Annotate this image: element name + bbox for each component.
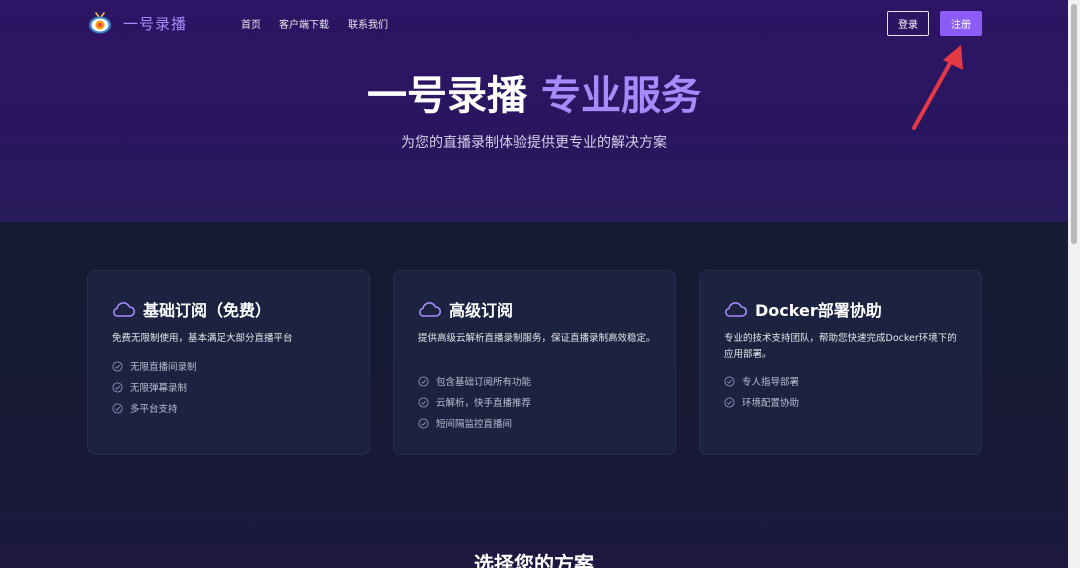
scrollbar-thumb[interactable] <box>1071 4 1077 244</box>
nav-link-download[interactable]: 客户端下载 <box>279 16 329 31</box>
cloud-icon <box>419 302 441 317</box>
feature-item: 包含基础订阅所有功能 <box>418 374 531 388</box>
brand-name[interactable]: 一号录播 <box>123 13 187 34</box>
feature-text: 多平台支持 <box>130 404 178 415</box>
plan-card-docker[interactable]: Docker部署协助 专业的技术支持团队，帮助您快速完成Docker环境下的应用… <box>699 270 982 455</box>
card-description: 免费无限制使用，基本满足大部分直播平台 <box>112 333 293 344</box>
card-title: 基础订阅（免费） <box>143 301 272 320</box>
feature-text: 无限直播间录制 <box>130 362 197 373</box>
plans-section: 基础订阅（免费） 免费无限制使用，基本满足大部分直播平台 无限直播间录制 无限弹… <box>0 222 1068 568</box>
feature-text: 云解析，快手直播推荐 <box>436 398 532 409</box>
card-header: 基础订阅（免费） <box>111 297 271 321</box>
nav-link-contact[interactable]: 联系我们 <box>348 16 388 31</box>
feature-text: 环境配置协助 <box>742 398 800 409</box>
feature-text: 包含基础订阅所有功能 <box>436 377 532 388</box>
feature-item: 环境配置协助 <box>724 395 799 409</box>
hero-title-accent: 专业服务 <box>541 73 701 119</box>
hero-section: 一号录播 首页 客户端下载 联系我们 登录 注册 一号录播 专业服务 为您的直播录… <box>0 0 1068 222</box>
check-circle-icon <box>112 381 123 393</box>
check-circle-icon <box>112 360 123 372</box>
feature-item: 无限弹幕录制 <box>112 380 187 394</box>
hero-title: 一号录播 专业服务 <box>0 70 1068 122</box>
check-circle-icon <box>112 402 123 414</box>
page: 一号录播 首页 客户端下载 联系我们 登录 注册 一号录播 专业服务 为您的直播录… <box>0 0 1080 568</box>
section-title: 选择您的方案 <box>474 552 594 568</box>
register-button[interactable]: 注册 <box>940 11 982 36</box>
feature-text: 无限弹幕录制 <box>130 383 188 394</box>
card-title: Docker部署协助 <box>755 301 882 320</box>
feature-item: 多平台支持 <box>112 401 178 415</box>
feature-item: 短间隔监控直播间 <box>418 416 512 430</box>
cloud-icon <box>725 302 747 317</box>
login-button[interactable]: 登录 <box>887 11 929 36</box>
card-title: 高级订阅 <box>449 301 514 320</box>
card-header: 高级订阅 <box>417 297 513 321</box>
cloud-icon <box>113 302 135 317</box>
check-circle-icon <box>418 396 429 408</box>
check-circle-icon <box>418 375 429 387</box>
nav-link-home[interactable]: 首页 <box>241 16 261 31</box>
plan-card-premium[interactable]: 高级订阅 提供高级云解析直播录制服务，保证直播录制高效稳定。 包含基础订阅所有功… <box>393 270 676 455</box>
feature-text: 专人指导部署 <box>742 377 800 388</box>
check-circle-icon <box>724 396 735 408</box>
feature-item: 云解析，快手直播推荐 <box>418 395 531 409</box>
tv-logo-icon[interactable] <box>88 12 112 34</box>
hero-title-main: 一号录播 <box>367 73 527 119</box>
feature-item: 无限直播间录制 <box>112 359 197 373</box>
card-description: 专业的技术支持团队，帮助您快速完成Docker环境下的应用部署。 <box>724 333 957 360</box>
card-header: Docker部署协助 <box>723 297 882 321</box>
hero-subtitle: 为您的直播录制体验提供更专业的解决方案 <box>401 135 667 151</box>
feature-item: 专人指导部署 <box>724 374 799 388</box>
plan-card-basic[interactable]: 基础订阅（免费） 免费无限制使用，基本满足大部分直播平台 无限直播间录制 无限弹… <box>87 270 370 455</box>
vertical-scrollbar[interactable] <box>1068 0 1080 568</box>
card-description: 提供高级云解析直播录制服务，保证直播录制高效稳定。 <box>418 333 656 344</box>
check-circle-icon <box>724 375 735 387</box>
feature-text: 短间隔监控直播间 <box>436 419 513 430</box>
check-circle-icon <box>418 417 429 429</box>
